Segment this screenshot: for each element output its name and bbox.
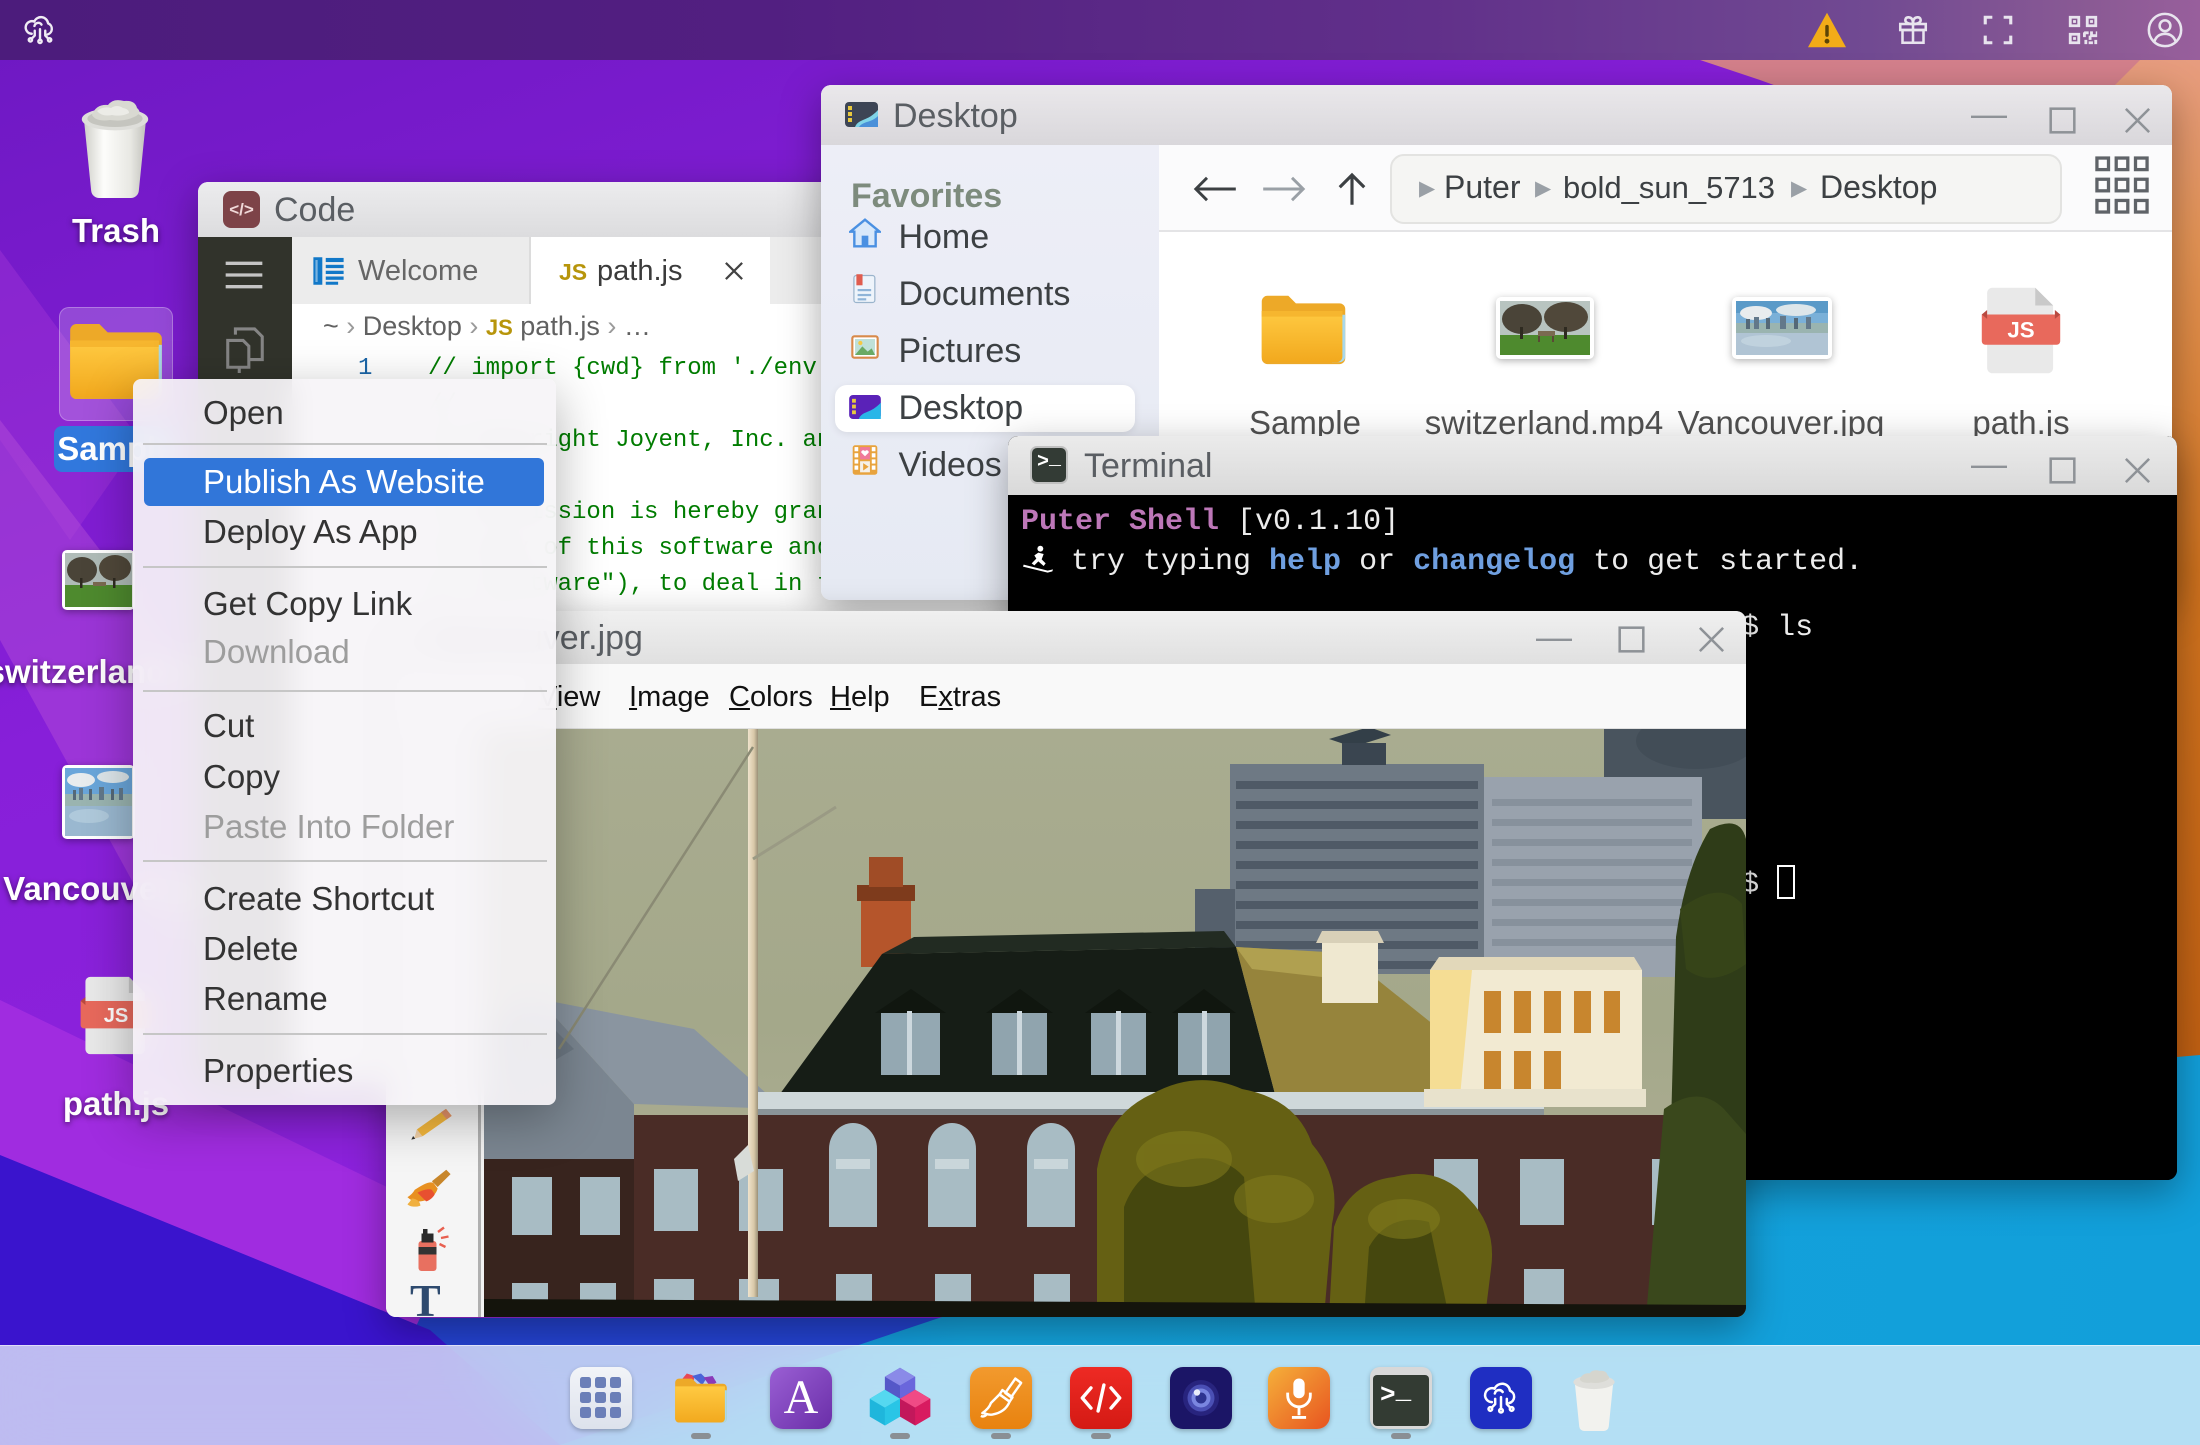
svg-text:JS: JS (104, 1005, 129, 1027)
svg-text:JS: JS (2007, 318, 2034, 343)
